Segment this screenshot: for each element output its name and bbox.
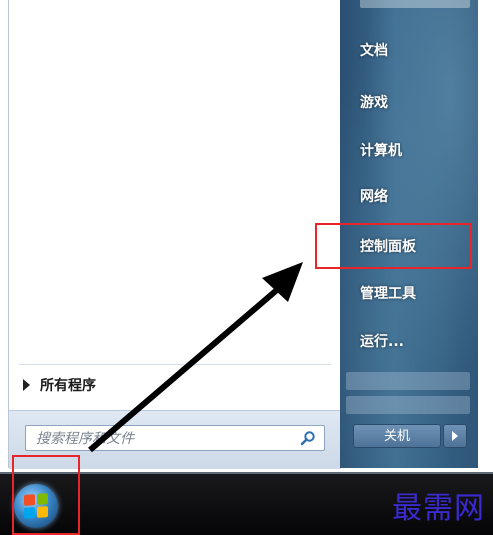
annotation-arrow: [88, 262, 303, 453]
arrow-shaft: [88, 280, 287, 453]
